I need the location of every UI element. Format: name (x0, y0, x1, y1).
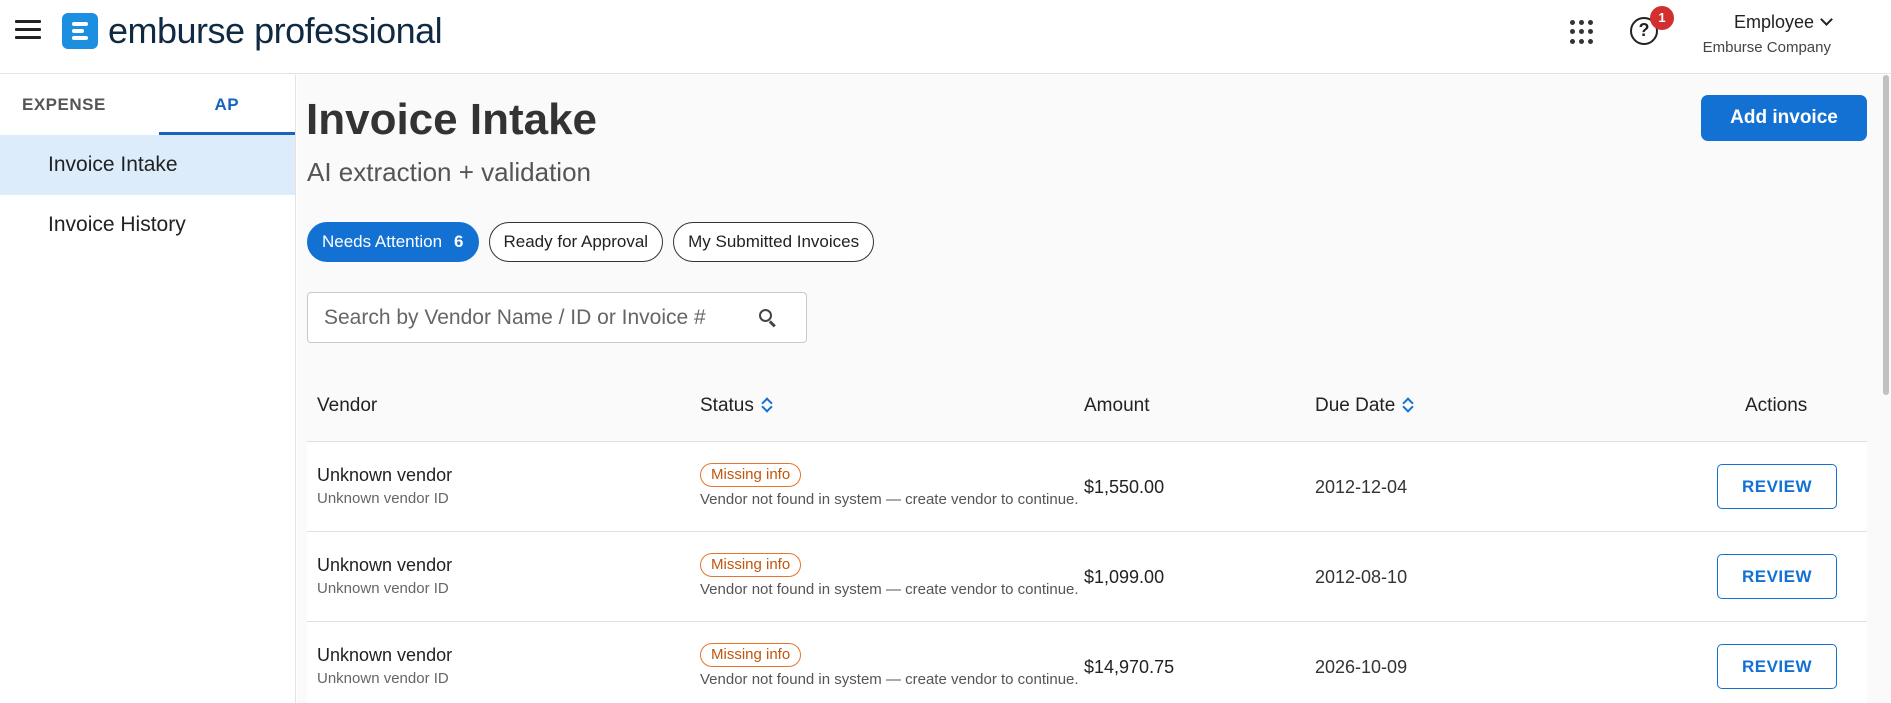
vendor-cell: Unknown vendor Unknown vendor ID (317, 645, 452, 687)
logo-text: emburse professional (108, 10, 443, 51)
table-row: Unknown vendor Unknown vendor ID Missing… (307, 532, 1867, 622)
search-icon[interactable] (759, 309, 777, 328)
scrollbar[interactable] (1881, 75, 1891, 703)
status-cell: Missing info Vendor not found in system … (700, 553, 1079, 598)
filter-my-submitted-invoices[interactable]: My Submitted Invoices (673, 222, 875, 262)
vendor-name: Unknown vendor (317, 465, 453, 485)
tab-expense[interactable]: EXPENSE (0, 75, 159, 135)
status-badge: Missing info (700, 553, 802, 577)
page-subtitle: AI extraction + validation (307, 157, 591, 187)
due-date-cell: 2012-12-04 (1315, 477, 1408, 497)
filter-ready-for-approval[interactable]: Ready for Approval (488, 222, 664, 262)
notification-badge: 1 (1650, 6, 1674, 30)
status-cell: Missing info Vendor not found in system … (700, 643, 1079, 688)
sort-icon[interactable] (1403, 397, 1413, 411)
sidebar-item-invoice-intake[interactable]: Invoice Intake (0, 135, 295, 195)
search-input[interactable] (324, 293, 744, 342)
filter-chips: Needs Attention 6 Ready for Approval My S… (307, 222, 875, 262)
column-header-status[interactable]: Status (700, 369, 772, 442)
logo[interactable]: emburse professional (62, 10, 443, 51)
amount-cell: $1,550.00 (1084, 477, 1165, 497)
table-row: Unknown vendor Unknown vendor ID Missing… (307, 622, 1867, 703)
add-invoice-button[interactable]: Add invoice (1701, 95, 1867, 141)
table-header: Vendor Status Amount Due Date Actions (307, 369, 1867, 442)
filter-count: 6 (454, 232, 464, 251)
invoice-table: Vendor Status Amount Due Date Actions Un… (307, 369, 1867, 703)
column-header-amount: Amount (1084, 395, 1150, 416)
sidebar: EXPENSE AP Invoice Intake Invoice Histor… (0, 75, 296, 703)
due-date-cell: 2012-08-10 (1315, 567, 1408, 587)
review-button[interactable]: REVIEW (1717, 554, 1837, 599)
review-button[interactable]: REVIEW (1717, 464, 1837, 509)
sort-icon[interactable] (762, 397, 772, 411)
column-header-due-date[interactable]: Due Date (1315, 369, 1413, 442)
search-box (307, 292, 807, 343)
tab-ap[interactable]: AP (158, 75, 296, 135)
filter-label: Needs Attention (322, 232, 443, 251)
vendor-id: Unknown vendor ID (317, 580, 449, 597)
due-date-cell: 2026-10-09 (1315, 657, 1408, 677)
status-cell: Missing info Vendor not found in system … (700, 463, 1079, 508)
user-menu[interactable]: Employee Emburse Company (1702, 12, 1833, 56)
status-badge: Missing info (700, 463, 802, 487)
vendor-id: Unknown vendor ID (317, 670, 449, 687)
vendor-cell: Unknown vendor Unknown vendor ID (317, 465, 452, 507)
vendor-cell: Unknown vendor Unknown vendor ID (317, 555, 452, 597)
column-header-vendor: Vendor (317, 395, 378, 416)
user-role: Employee (1703, 12, 1833, 33)
sidebar-item-invoice-history[interactable]: Invoice History (0, 195, 295, 255)
table-row: Unknown vendor Unknown vendor ID Missing… (307, 442, 1867, 532)
emburse-logo-icon (62, 13, 98, 49)
scrollbar-thumb[interactable] (1883, 75, 1889, 395)
top-bar: emburse professional ? 1 Employee Emburs… (0, 0, 1891, 74)
vendor-name: Unknown vendor (317, 645, 453, 665)
page-title: Invoice Intake (306, 95, 598, 144)
vendor-id: Unknown vendor ID (317, 490, 449, 507)
column-header-actions: Actions (1745, 395, 1808, 416)
sidebar-tabs: EXPENSE AP (0, 75, 295, 135)
main-content: Invoice Intake AI extraction + validatio… (297, 75, 1891, 703)
status-badge: Missing info (700, 643, 802, 667)
status-message: Vendor not found in system — create vend… (700, 671, 1079, 688)
review-button[interactable]: REVIEW (1717, 644, 1837, 689)
vendor-name: Unknown vendor (317, 555, 453, 575)
status-message: Vendor not found in system — create vend… (700, 491, 1079, 508)
status-message: Vendor not found in system — create vend… (700, 581, 1079, 598)
amount-cell: $1,099.00 (1084, 567, 1165, 587)
filter-needs-attention[interactable]: Needs Attention 6 (307, 222, 479, 262)
amount-cell: $14,970.75 (1084, 657, 1175, 677)
apps-grid-icon[interactable] (1570, 20, 1594, 44)
hamburger-menu-icon[interactable] (15, 20, 41, 42)
company-name: Emburse Company (1702, 39, 1831, 56)
chevron-down-icon (1820, 13, 1833, 26)
